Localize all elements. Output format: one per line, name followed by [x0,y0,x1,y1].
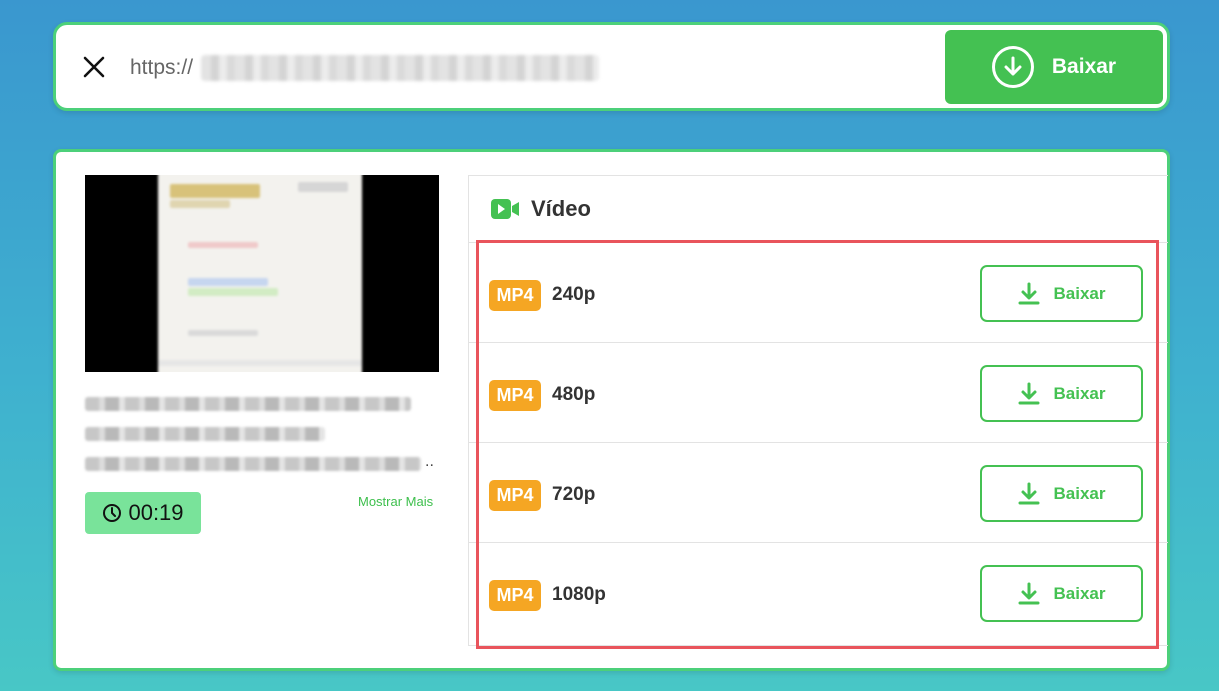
download-circle-icon [991,46,1034,88]
download-button[interactable]: Baixar [945,30,1163,104]
download-button-label: Baixar [1051,55,1117,78]
url-redacted [201,55,599,81]
url-input[interactable]: https:// [130,56,193,80]
download-480p-label: Baixar [1053,383,1106,403]
format-badge: MP4 [489,380,541,411]
format-badge: MP4 [489,480,541,511]
download-240p-button[interactable]: Baixar [980,265,1143,322]
thumbnail-image-blurred [158,175,362,372]
duration-badge: 00:19 [85,492,201,534]
format-row-480p: MP4 480p Baixar [469,343,1168,443]
download-icon [1018,282,1039,304]
download-icon [1018,482,1039,504]
download-1080p-button[interactable]: Baixar [980,565,1143,622]
download-1080p-label: Baixar [1053,583,1106,603]
url-bar: https:// Baixar [53,22,1170,111]
quality-label: 480p [552,384,596,405]
download-720p-button[interactable]: Baixar [980,465,1143,522]
quality-label: 720p [552,484,596,505]
result-card: .. 00:19 Mostrar Mais Vídeo MP4 240p Bai… [53,149,1170,671]
format-row-1080p: MP4 1080p Baixar [469,543,1168,643]
video-thumbnail[interactable] [85,175,439,372]
duration-text: 00:19 [128,500,184,525]
clock-icon [103,504,122,522]
video-description: .. [85,397,439,487]
format-row-720p: MP4 720p Baixar [469,443,1168,543]
video-camera-icon [491,199,519,219]
description-ellipsis: .. [425,453,434,470]
quality-label: 240p [552,284,596,305]
close-icon[interactable] [80,53,108,81]
show-more-link[interactable]: Mostrar Mais [358,494,433,509]
download-icon [1018,382,1039,404]
download-icon [1018,582,1039,604]
download-720p-label: Baixar [1053,483,1106,503]
format-row-240p: MP4 240p Baixar [469,243,1168,343]
download-240p-label: Baixar [1053,283,1106,303]
format-badge: MP4 [489,280,541,311]
quality-label: 1080p [552,584,606,605]
video-section-header: Vídeo [469,176,1168,243]
video-formats-panel: Vídeo MP4 240p Baixar MP4 480p Baixar MP… [468,175,1168,646]
format-badge: MP4 [489,580,541,611]
video-section-title: Vídeo [531,196,591,221]
download-480p-button[interactable]: Baixar [980,365,1143,422]
